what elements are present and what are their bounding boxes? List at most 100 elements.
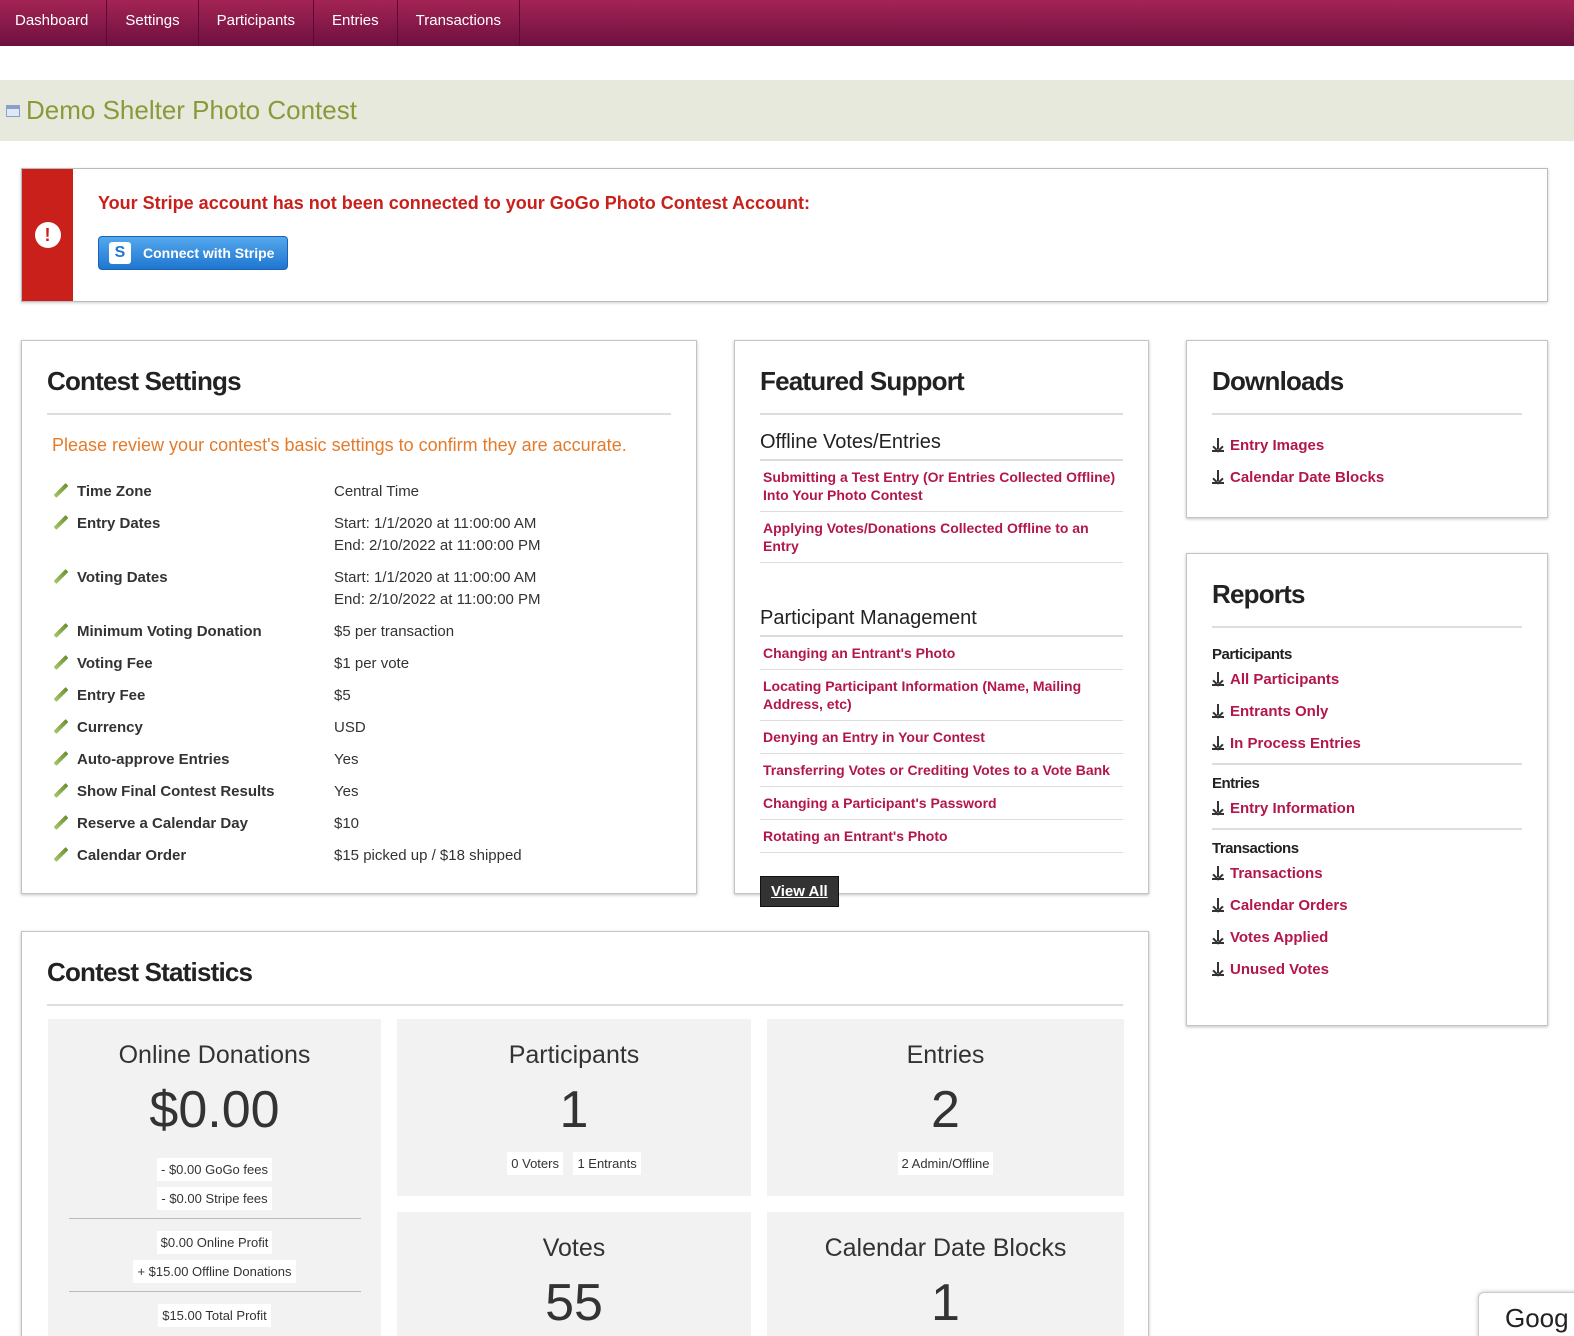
- entries-stat-title: Entries: [906, 1041, 985, 1069]
- contest-settings-panel: Contest Settings Please review your cont…: [21, 340, 697, 894]
- pencil-icon[interactable]: [53, 515, 69, 531]
- setting-row: Calendar Order $15 picked up / $18 shippe…: [53, 845, 671, 867]
- view-all-button[interactable]: View All: [760, 876, 839, 907]
- setting-value-line: $15 picked up / $18 shipped: [334, 847, 522, 864]
- download-link[interactable]: Transactions: [1212, 857, 1522, 889]
- setting-row: Time Zone Central Time: [53, 481, 671, 503]
- download-link-label: Calendar Date Blocks: [1230, 468, 1385, 486]
- support-section-heading: Participant Management: [760, 607, 1123, 637]
- top-nav: Dashboard Settings Participants Entries …: [0, 0, 1574, 46]
- download-icon: [1212, 866, 1224, 880]
- download-link[interactable]: Votes Applied: [1212, 921, 1522, 953]
- setting-value: USD: [334, 717, 366, 739]
- download-link[interactable]: In Process Entries: [1212, 727, 1522, 759]
- setting-label: Auto-approve Entries: [77, 751, 230, 768]
- support-article-link[interactable]: Transferring Votes or Crediting Votes to…: [760, 754, 1123, 787]
- setting-value-line: Start: 1/1/2020 at 11:00:00 AM: [334, 515, 537, 532]
- pencil-icon[interactable]: [53, 687, 69, 703]
- entrants-count: 1 Entrants: [573, 1152, 641, 1175]
- downloads-title: Downloads: [1212, 366, 1522, 415]
- online-donations-card: Online Donations $0.00 - $0.00 GoGo fees…: [48, 1019, 381, 1336]
- setting-row: Show Final Contest Results Yes: [53, 781, 671, 803]
- participants-stat-title: Participants: [508, 1041, 640, 1069]
- online-donations-value: $0.00: [149, 1081, 280, 1139]
- participants-stat-value: 1: [559, 1081, 589, 1139]
- setting-value: Start: 1/1/2020 at 11:00:00 AM End: 2/10/…: [334, 513, 541, 557]
- support-article-link[interactable]: Rotating an Entrant's Photo: [760, 820, 1123, 853]
- nav-entries[interactable]: Entries: [314, 0, 398, 46]
- pencil-icon[interactable]: [53, 623, 69, 639]
- setting-value-line: $5: [334, 687, 351, 704]
- setting-row: Reserve a Calendar Day $10: [53, 813, 671, 835]
- calendar-blocks-card: Calendar Date Blocks 1: [767, 1212, 1124, 1336]
- participants-card: Participants 1 0 Voters 1 Entrants: [397, 1019, 751, 1196]
- pencil-icon[interactable]: [53, 655, 69, 671]
- download-link[interactable]: Entry Images: [1212, 429, 1522, 461]
- nav-transactions[interactable]: Transactions: [398, 0, 520, 46]
- pencil-icon[interactable]: [53, 847, 69, 863]
- download-link[interactable]: Entrants Only: [1212, 695, 1522, 727]
- support-article-link[interactable]: Submitting a Test Entry (Or Entries Coll…: [760, 461, 1123, 512]
- exclamation-icon: !: [34, 222, 61, 248]
- pencil-icon[interactable]: [53, 815, 69, 831]
- votes-stat-title: Votes: [542, 1234, 606, 1262]
- setting-label: Voting Fee: [77, 655, 153, 672]
- pencil-icon[interactable]: [53, 751, 69, 767]
- download-link-label: In Process Entries: [1230, 734, 1361, 752]
- featured-support-title: Featured Support: [760, 366, 1123, 415]
- support-article-link[interactable]: Applying Votes/Donations Collected Offli…: [760, 512, 1123, 563]
- connect-stripe-button[interactable]: S Connect with Stripe: [98, 236, 288, 270]
- report-group-heading: Entries: [1212, 775, 1260, 792]
- pencil-icon[interactable]: [53, 719, 69, 735]
- setting-value: Start: 1/1/2020 at 11:00:00 AM End: 2/10/…: [334, 567, 541, 611]
- setting-label: Calendar Order: [77, 847, 187, 864]
- votes-card: Votes 55: [397, 1212, 751, 1336]
- download-link-label: Entrants Only: [1230, 702, 1329, 720]
- google-widget[interactable]: Goog: [1478, 1292, 1574, 1336]
- reports-panel: Reports Participants All Participants Entr…: [1186, 553, 1548, 1026]
- download-link-label: Unused Votes: [1230, 960, 1329, 978]
- setting-value: Central Time: [334, 481, 419, 503]
- download-link[interactable]: Entry Information: [1212, 792, 1522, 824]
- voters-count: 0 Voters: [507, 1152, 563, 1175]
- download-link[interactable]: Calendar Date Blocks: [1212, 461, 1522, 493]
- support-article-link[interactable]: Locating Participant Information (Name, …: [760, 670, 1123, 721]
- download-link-label: Transactions: [1230, 864, 1323, 882]
- download-link-label: Votes Applied: [1230, 928, 1329, 946]
- download-icon: [1212, 801, 1224, 815]
- download-icon: [1212, 736, 1224, 750]
- report-group-heading: Transactions: [1212, 840, 1299, 857]
- download-link[interactable]: All Participants: [1212, 663, 1522, 695]
- review-note: Please review your contest's basic setti…: [52, 435, 627, 455]
- setting-value-line: End: 2/10/2022 at 11:00:00 PM: [334, 591, 541, 608]
- nav-settings[interactable]: Settings: [107, 0, 199, 46]
- support-sections: Offline Votes/Entries Submitting a Test E…: [760, 431, 1123, 853]
- nav-participants[interactable]: Participants: [199, 0, 314, 46]
- pencil-icon[interactable]: [53, 569, 69, 585]
- page-title: Demo Shelter Photo Contest: [26, 95, 357, 125]
- download-icon: [1212, 438, 1224, 452]
- admin-offline-count: 2 Admin/Offline: [897, 1152, 994, 1175]
- setting-value: Yes: [334, 781, 358, 803]
- google-widget-text: Goog: [1505, 1303, 1569, 1333]
- pencil-icon[interactable]: [53, 783, 69, 799]
- setting-row: Entry Fee $5: [53, 685, 671, 707]
- nav-dashboard[interactable]: Dashboard: [0, 0, 108, 46]
- support-article-link[interactable]: Changing an Entrant's Photo: [760, 637, 1123, 670]
- calendar-icon: [6, 104, 20, 117]
- support-article-link[interactable]: Changing a Participant's Password: [760, 787, 1123, 820]
- support-section-heading: Offline Votes/Entries: [760, 431, 1123, 461]
- pencil-icon[interactable]: [53, 483, 69, 499]
- setting-label: Reserve a Calendar Day: [77, 815, 248, 832]
- setting-value-line: Start: 1/1/2020 at 11:00:00 AM: [334, 569, 537, 586]
- setting-label: Time Zone: [77, 483, 152, 500]
- setting-label: Entry Dates: [77, 515, 161, 532]
- divider: [1212, 763, 1522, 765]
- support-article-link[interactable]: Denying an Entry in Your Contest: [760, 721, 1123, 754]
- download-link[interactable]: Calendar Orders: [1212, 889, 1522, 921]
- download-link[interactable]: Unused Votes: [1212, 953, 1522, 985]
- download-icon: [1212, 470, 1224, 484]
- divider: [68, 1218, 361, 1219]
- divider: [68, 1291, 361, 1292]
- alert-message: Your Stripe account has not been connect…: [98, 193, 811, 213]
